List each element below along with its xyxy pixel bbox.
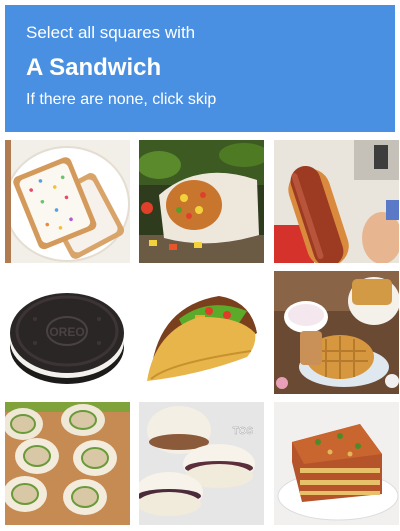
skip-hint-text: If there are none, click skip: [26, 91, 217, 108]
burrito-image: [139, 140, 264, 263]
lasagna-image: [274, 402, 399, 525]
image-tile-taco[interactable]: [139, 271, 264, 394]
target-object-text: A Sandwich: [26, 54, 162, 81]
taco-image: [139, 271, 264, 394]
pop-tarts-image: [5, 140, 130, 263]
image-tile-pop-tarts[interactable]: [5, 140, 130, 263]
oreo-cookie-image: OREO: [5, 271, 130, 394]
pinwheel-rolls-image: [5, 402, 130, 525]
captcha-challenge: Select all squares with A Sandwich If th…: [0, 0, 400, 531]
svg-text:TOS: TOS: [233, 426, 254, 437]
image-tile-crustless-sandwich[interactable]: TOS: [139, 402, 264, 525]
image-tile-waffles[interactable]: [274, 271, 399, 394]
captcha-header: Select all squares with A Sandwich If th…: [5, 5, 395, 132]
instruction-text: Select all squares with: [26, 23, 196, 42]
image-tile-hot-dog[interactable]: [274, 140, 399, 263]
waffles-image: [274, 271, 399, 394]
hot-dog-image: [274, 140, 399, 263]
svg-text:OREO: OREO: [49, 325, 84, 339]
image-tile-oreo-cookie[interactable]: OREO: [5, 271, 130, 394]
image-tile-pinwheel-rolls[interactable]: [5, 402, 130, 525]
crustless-sandwich-image: TOS: [139, 402, 264, 525]
image-tile-lasagna[interactable]: [274, 402, 399, 525]
image-tile-burrito[interactable]: [139, 140, 264, 263]
